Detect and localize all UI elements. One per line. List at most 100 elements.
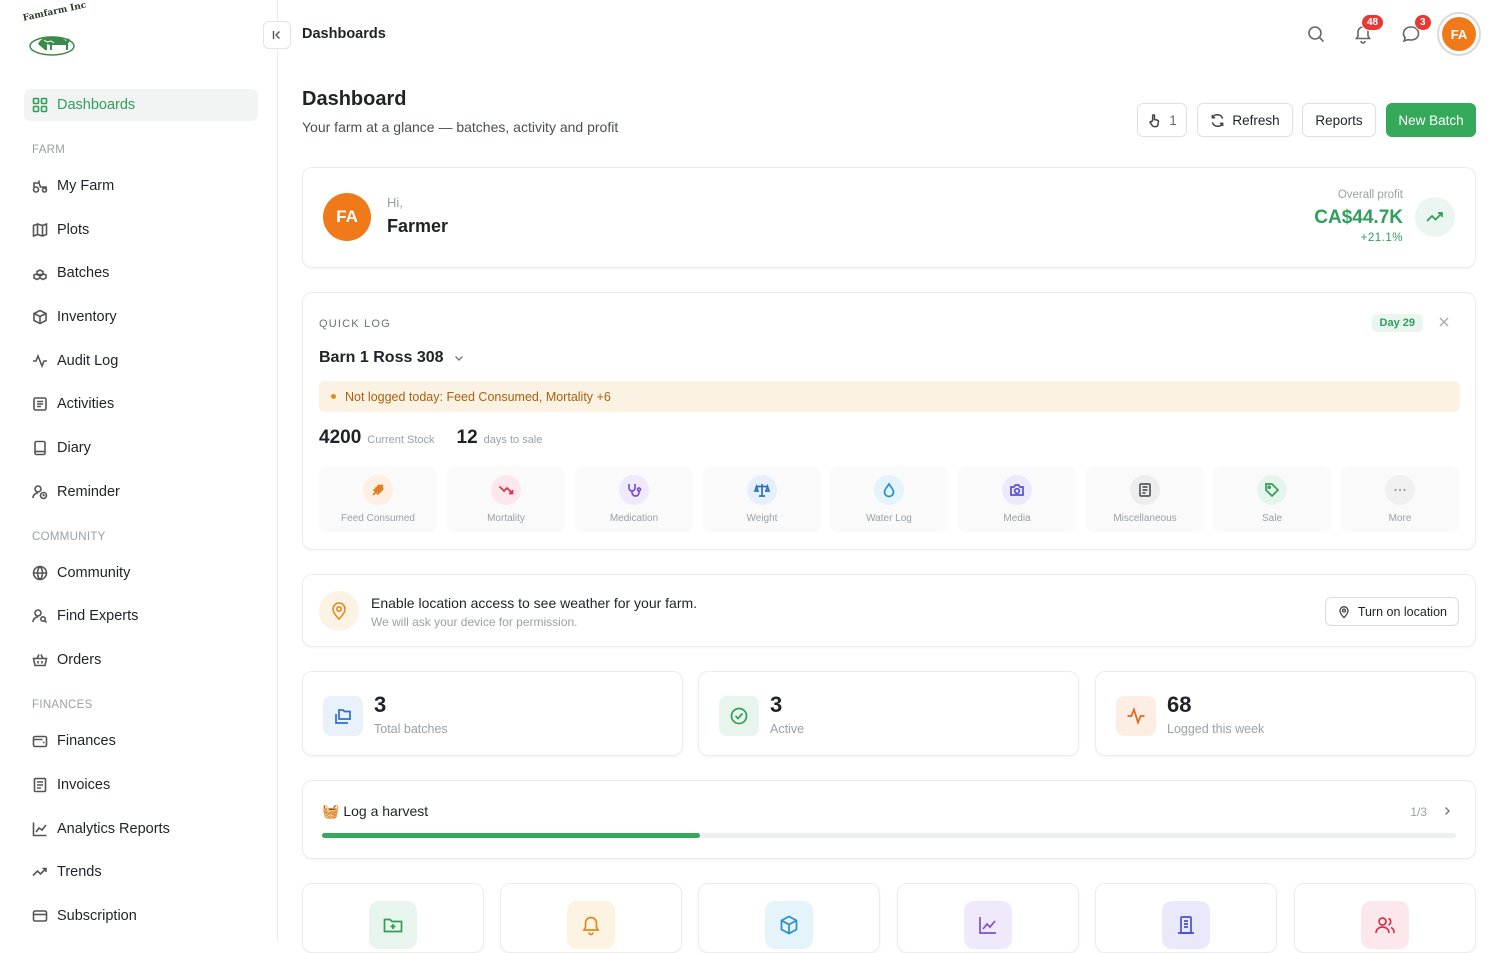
shortcut-card-analytics[interactable] [897, 883, 1079, 953]
shortcut-icon-bg [765, 901, 813, 949]
search-icon [1308, 26, 1325, 43]
wallet-icon [32, 735, 48, 748]
sidebar-item-my-farm[interactable]: My Farm [24, 170, 258, 202]
days-value: 12 [456, 427, 478, 448]
tile-water-log[interactable]: Water Log [830, 466, 948, 532]
tile-medication[interactable]: Medication [575, 466, 693, 532]
reports-button[interactable]: Reports [1302, 103, 1376, 137]
grid-icon [32, 97, 48, 113]
basket-icon [32, 654, 48, 667]
sidebar-item-plots[interactable]: Plots [24, 214, 258, 246]
shortcut-card-reminders[interactable] [500, 883, 682, 953]
refresh-button[interactable]: Refresh [1197, 103, 1293, 137]
sidebar-item-label: Batches [57, 265, 110, 281]
receipt-icon [33, 777, 47, 793]
stat-card-active[interactable]: 3 Active [698, 671, 1079, 756]
sidebar-item-label: My Farm [57, 178, 115, 194]
sidebar-item-label: Activities [57, 396, 115, 412]
tile-weight[interactable]: Weight [703, 466, 821, 532]
harvest-next-button[interactable] [1441, 805, 1453, 817]
list-icon [33, 397, 47, 411]
sidebar-item-audit-log[interactable]: Audit Log [24, 345, 258, 377]
stat-card-logged-this-week[interactable]: 68 Logged this week [1095, 671, 1476, 756]
search-button[interactable] [1304, 22, 1328, 46]
tile-sale[interactable]: Sale [1213, 466, 1331, 532]
tile-label: Water Log [866, 513, 912, 524]
touch-counter-button[interactable]: 1 [1137, 103, 1187, 137]
notifications-badge: 48 [1361, 14, 1385, 31]
user-avatar-button[interactable]: FA [1437, 12, 1481, 56]
sidebar-item-orders[interactable]: Orders [24, 644, 258, 676]
user-search-icon [32, 609, 48, 624]
sidebar-item-label: Analytics Reports [57, 821, 170, 837]
page-title: Dashboard [302, 88, 407, 110]
tile-icon-bg [874, 475, 904, 505]
tile-miscellaneous[interactable]: Miscellaneous [1086, 466, 1204, 532]
stat-label: Logged this week [1167, 722, 1265, 736]
new-batch-button[interactable]: New Batch [1386, 103, 1476, 137]
sidebar-item-batches[interactable]: Batches [24, 257, 258, 289]
stock-summary: 4200 Current Stock 12 days to sale [319, 427, 542, 449]
tile-label: More [1388, 513, 1412, 524]
tile-icon-bg [619, 475, 649, 505]
stat-card-total-batches[interactable]: 3 Total batches [302, 671, 683, 756]
sidebar-item-activities[interactable]: Activities [24, 388, 258, 420]
shortcut-icon-bg [1162, 901, 1210, 949]
batch-name: Barn 1 Ross 308 [319, 349, 444, 366]
sidebar-item-label: Plots [57, 222, 90, 238]
sidebar-item-trends[interactable]: Trends [24, 856, 258, 888]
sidebar-item-diary[interactable]: Diary [24, 432, 258, 464]
shortcut-card-invoices[interactable] [1095, 883, 1277, 953]
messages-button[interactable]: 3 [1399, 14, 1432, 46]
logo-text: Famfarm Inc [22, 0, 88, 24]
camera-icon [1010, 484, 1024, 496]
sidebar-item-subscription[interactable]: Subscription [24, 900, 258, 932]
stat-value: 68 [1167, 692, 1192, 717]
profit-value: CA$44.7K [1314, 207, 1403, 228]
sidebar-item-community[interactable]: Community [24, 557, 258, 589]
close-quick-log-button[interactable] [1437, 315, 1451, 329]
profit-label: Overall profit [1337, 189, 1403, 201]
tractor-icon [32, 180, 48, 193]
tile-more[interactable]: More [1341, 466, 1459, 532]
section-community: COMMUNITY [32, 531, 106, 543]
notifications-button[interactable]: 48 [1351, 14, 1385, 46]
package-icon [33, 309, 47, 325]
sidebar-item-reminder[interactable]: Reminder [24, 476, 258, 508]
sidebar-item-finances[interactable]: Finances [24, 725, 258, 757]
shortcut-card-team[interactable] [1294, 883, 1476, 953]
location-title: Enable location access to see weather fo… [371, 595, 698, 611]
tile-label: Media [1003, 513, 1031, 524]
reports-label: Reports [1315, 112, 1363, 128]
tile-mortality[interactable]: Mortality [447, 466, 565, 532]
batch-selector[interactable]: Barn 1 Ross 308 [319, 349, 465, 367]
sidebar-item-dashboards[interactable]: Dashboards [24, 89, 258, 121]
sidebar-item-label: Orders [57, 652, 102, 668]
new-batch-label: New Batch [1398, 112, 1464, 128]
turn-on-location-button[interactable]: Turn on location [1324, 597, 1459, 626]
stock-value: 4200 [319, 427, 362, 448]
collapse-sidebar-button[interactable] [263, 21, 291, 49]
chart-line-icon [979, 917, 996, 934]
close-icon [1439, 317, 1449, 327]
sidebar-item-analytics-reports[interactable]: Analytics Reports [24, 813, 258, 845]
sidebar-item-label: Reminder [57, 484, 120, 500]
sidebar-item-inventory[interactable]: Inventory [24, 301, 258, 333]
harvest-card[interactable]: 🧺 Log a harvest 1/3 [302, 780, 1476, 859]
map-pin-icon [1339, 605, 1349, 618]
shortcut-card-new-folder[interactable] [302, 883, 484, 953]
tile-media[interactable]: Media [958, 466, 1076, 532]
book-icon [34, 440, 46, 456]
brand-logo[interactable]: Famfarm Inc [22, 1, 87, 58]
wheat-icon [372, 484, 384, 496]
trending-up-icon [32, 867, 47, 877]
topbar-title: Dashboards [302, 26, 386, 42]
shortcut-card-inventory[interactable] [698, 883, 880, 953]
tile-feed-consumed[interactable]: Feed Consumed [319, 466, 437, 532]
warning-text: Not logged today: Feed Consumed, Mortali… [345, 389, 611, 404]
sidebar-item-find-experts[interactable]: Find Experts [24, 600, 258, 632]
tile-icon-bg [747, 475, 777, 505]
building-icon [1178, 916, 1194, 934]
sidebar-item-invoices[interactable]: Invoices [24, 769, 258, 801]
boxes-icon [33, 269, 47, 281]
